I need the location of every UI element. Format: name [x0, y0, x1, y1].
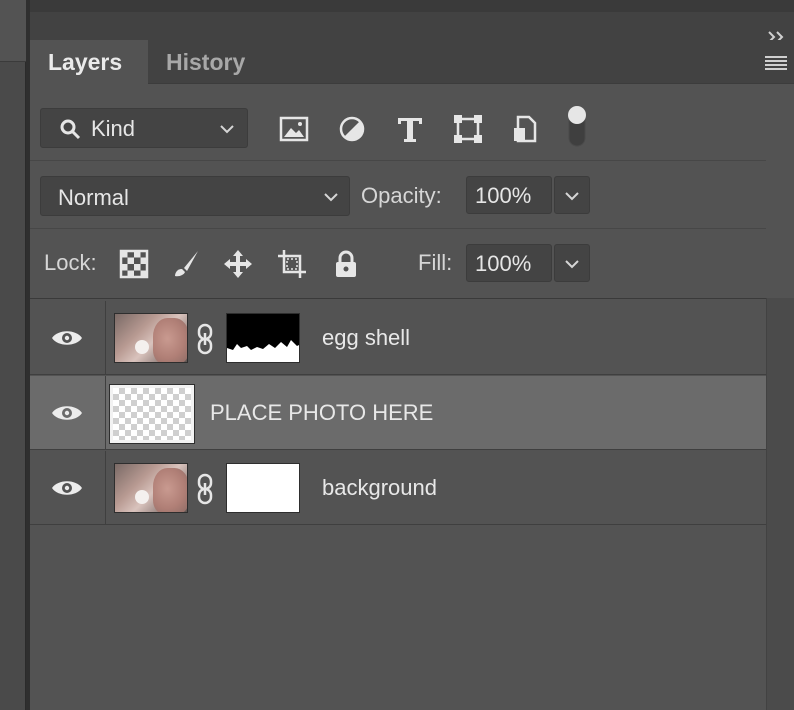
- layer-name: PLACE PHOTO HERE: [210, 400, 434, 425]
- fill-input[interactable]: 100%: [466, 244, 552, 282]
- tab-layers[interactable]: Layers: [30, 40, 148, 84]
- layer-thumbnail[interactable]: [114, 463, 188, 513]
- layer-name: egg shell: [322, 325, 411, 350]
- search-icon: [60, 119, 81, 140]
- lock-artboard-icon[interactable]: [276, 248, 308, 280]
- divider: [30, 160, 766, 161]
- filter-toggle-icon[interactable]: [566, 104, 588, 148]
- layer-row-background[interactable]: background: [30, 451, 766, 525]
- left-dock-header: [0, 0, 26, 62]
- blend-mode-select[interactable]: Normal: [40, 176, 350, 216]
- chevron-down-icon: [324, 193, 338, 202]
- layers-panel: Layers History Kind Normal Opacity: 100%…: [30, 0, 794, 710]
- chevron-down-icon: [220, 125, 234, 134]
- type-filter-icon[interactable]: [394, 114, 426, 144]
- adjustment-filter-icon[interactable]: [336, 114, 368, 144]
- layer-mask-thumbnail[interactable]: [226, 313, 300, 363]
- visibility-toggle[interactable]: [30, 451, 106, 525]
- layer-thumbnail[interactable]: [109, 384, 195, 444]
- shape-filter-icon[interactable]: [452, 114, 484, 144]
- divider: [30, 228, 766, 229]
- mask-link-icon[interactable]: [196, 473, 214, 505]
- panel-menu-icon[interactable]: [764, 54, 788, 72]
- lock-image-pixels-icon[interactable]: [170, 248, 202, 280]
- layer-mask-thumbnail[interactable]: [226, 463, 300, 513]
- fill-label: Fill:: [418, 250, 453, 275]
- layer-row-egg-shell[interactable]: egg shell: [30, 301, 766, 375]
- layers-scrollbar[interactable]: [766, 298, 794, 710]
- layer-name: background: [322, 475, 437, 500]
- smart-object-filter-icon[interactable]: [510, 114, 542, 144]
- layer-row-place-photo-here[interactable]: PLACE PHOTO HERE: [30, 376, 766, 450]
- lock-options-bar: Lock: Fill: 100%: [30, 236, 766, 292]
- filter-kind-label: Kind: [91, 116, 136, 141]
- opacity-input[interactable]: 100%: [466, 176, 552, 214]
- blend-mode-value: Normal: [58, 185, 129, 210]
- layers-list: egg shell PLACE PHOTO HERE background: [30, 298, 766, 710]
- eye-icon: [52, 331, 82, 345]
- image-filter-icon[interactable]: [278, 114, 310, 144]
- fill-dropdown-button[interactable]: [554, 244, 590, 282]
- filter-kind-select[interactable]: Kind: [40, 108, 248, 148]
- lock-position-icon[interactable]: [222, 248, 254, 280]
- eye-icon: [52, 406, 82, 420]
- layer-filter-bar: Kind: [30, 98, 766, 158]
- visibility-toggle[interactable]: [30, 301, 106, 375]
- layer-thumbnail[interactable]: [114, 313, 188, 363]
- left-dock-strip: [0, 0, 26, 710]
- eye-icon: [52, 481, 82, 495]
- panel-title-bar: [30, 0, 794, 43]
- tab-history[interactable]: History: [148, 40, 272, 84]
- lock-transparent-pixels-icon[interactable]: [118, 248, 150, 280]
- lock-label: Lock:: [44, 250, 97, 275]
- visibility-toggle[interactable]: [30, 376, 106, 450]
- opacity-label: Opacity:: [361, 183, 442, 208]
- opacity-dropdown-button[interactable]: [554, 176, 590, 214]
- chevron-down-icon: [565, 192, 579, 201]
- blend-options-bar: Normal Opacity: 100%: [30, 166, 766, 224]
- chevron-down-icon: [565, 260, 579, 269]
- mask-link-icon[interactable]: [196, 323, 214, 355]
- lock-all-icon[interactable]: [330, 248, 362, 280]
- panel-tabs: Layers History: [30, 40, 794, 84]
- mask-shape: [227, 340, 299, 362]
